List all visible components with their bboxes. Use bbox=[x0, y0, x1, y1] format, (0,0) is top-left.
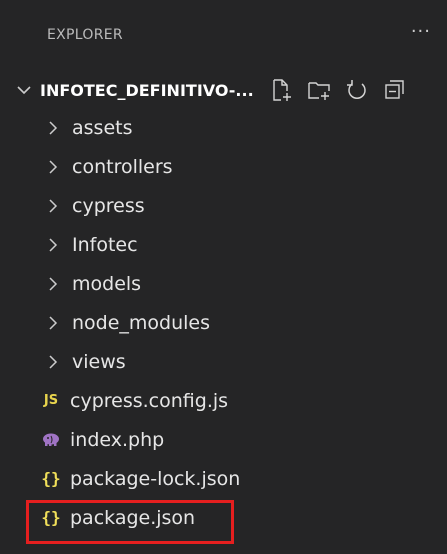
more-actions-icon[interactable]: ··· bbox=[411, 21, 431, 42]
explorer-panel: EXPLORER ··· INFOTEC_DEFINITIVO-... asse… bbox=[0, 0, 447, 554]
workspace-folder-header[interactable]: INFOTEC_DEFINITIVO-... bbox=[0, 70, 447, 110]
chevron-right-icon bbox=[49, 276, 58, 291]
folder-item-views[interactable]: views bbox=[0, 342, 447, 381]
folder-label: node_modules bbox=[72, 311, 211, 334]
php-elephant-icon bbox=[40, 432, 62, 448]
folder-item-controllers[interactable]: controllers bbox=[0, 147, 447, 186]
chevron-right-icon bbox=[49, 354, 58, 369]
folder-label: assets bbox=[72, 116, 133, 139]
folder-label: controllers bbox=[72, 155, 173, 178]
json-braces-icon: {} bbox=[41, 508, 61, 527]
chevron-down-icon[interactable] bbox=[14, 80, 34, 100]
folder-item-assets[interactable]: assets bbox=[0, 108, 447, 147]
workspace-name: INFOTEC_DEFINITIVO-... bbox=[40, 80, 254, 100]
chevron-right-icon bbox=[49, 315, 58, 330]
file-item-index-php[interactable]: index.php bbox=[0, 420, 447, 459]
file-item-package-json[interactable]: {} package.json bbox=[0, 498, 447, 537]
folder-label: cypress bbox=[72, 194, 145, 217]
file-label: cypress.config.js bbox=[70, 389, 229, 412]
folder-label: models bbox=[72, 272, 142, 295]
file-item-cypress-config[interactable]: JS cypress.config.js bbox=[0, 381, 447, 420]
file-label: package.json bbox=[70, 506, 196, 529]
folder-item-infotec[interactable]: Infotec bbox=[0, 225, 447, 264]
new-file-icon[interactable] bbox=[268, 77, 294, 103]
chevron-right-icon bbox=[49, 198, 58, 213]
folder-label: Infotec bbox=[72, 233, 138, 256]
workspace-actions bbox=[268, 77, 420, 103]
file-label: index.php bbox=[70, 428, 165, 451]
chevron-right-icon bbox=[49, 237, 58, 252]
collapse-all-icon[interactable] bbox=[382, 77, 408, 103]
js-file-icon: JS bbox=[43, 393, 59, 408]
explorer-header: EXPLORER ··· bbox=[0, 0, 447, 70]
refresh-icon[interactable] bbox=[344, 77, 370, 103]
folder-item-cypress[interactable]: cypress bbox=[0, 186, 447, 225]
chevron-right-icon bbox=[49, 159, 58, 174]
folder-item-node-modules[interactable]: node_modules bbox=[0, 303, 447, 342]
folder-item-models[interactable]: models bbox=[0, 264, 447, 303]
explorer-title: EXPLORER bbox=[47, 27, 123, 43]
file-item-package-lock-json[interactable]: {} package-lock.json bbox=[0, 459, 447, 498]
file-tree: assets controllers cypress Infotec model… bbox=[0, 108, 447, 537]
chevron-right-icon bbox=[49, 120, 58, 135]
folder-label: views bbox=[72, 350, 126, 373]
new-folder-icon[interactable] bbox=[306, 77, 332, 103]
file-label: package-lock.json bbox=[70, 467, 241, 490]
json-braces-icon: {} bbox=[41, 469, 61, 488]
